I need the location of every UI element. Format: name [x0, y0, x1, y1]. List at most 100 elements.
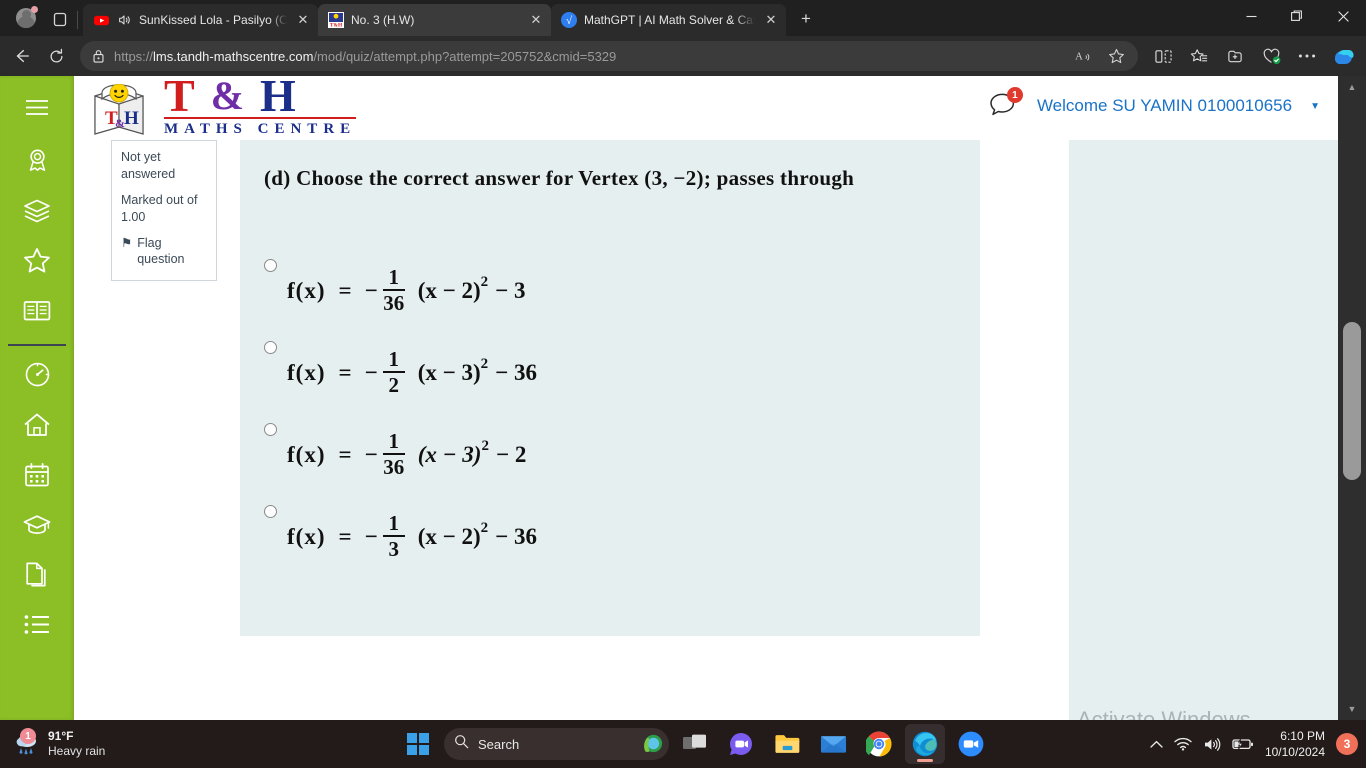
- new-tab-button[interactable]: +: [792, 5, 820, 33]
- address-bar[interactable]: https://lms.tandh-mathscentre.com/mod/qu…: [80, 41, 1138, 71]
- star-icon: [23, 247, 51, 279]
- taskbar-app-edge[interactable]: [905, 724, 945, 764]
- audio-playing-icon[interactable]: [116, 12, 132, 28]
- browser-essentials-icon[interactable]: [1254, 40, 1288, 72]
- svg-text:√: √: [566, 15, 573, 27]
- taskbar-app-chat[interactable]: [721, 724, 761, 764]
- sidebar-item-badges[interactable]: [0, 138, 74, 188]
- formula-sign: −: [364, 523, 378, 549]
- answer-option[interactable]: f(x) = − 1 36 (x − 3) 2 − 2: [264, 417, 956, 499]
- taskbar-app-file-explorer[interactable]: [767, 724, 807, 764]
- open-book-icon: [23, 299, 51, 328]
- sidebar-item-home[interactable]: [0, 402, 74, 452]
- sidebar-item-files[interactable]: [0, 552, 74, 602]
- answer-option[interactable]: f(x) = − 1 3 (x − 2) 2 − 36: [264, 499, 956, 581]
- taskbar-clock[interactable]: 6:10 PM 10/10/2024: [1265, 728, 1325, 760]
- sidebar-item-favourites[interactable]: [0, 238, 74, 288]
- search-icon: [454, 734, 469, 754]
- profile-button[interactable]: [10, 2, 42, 34]
- profile-status-dot: [31, 6, 38, 13]
- taskbar-app-task-view[interactable]: [675, 724, 715, 764]
- split-screen-icon[interactable]: [1146, 40, 1180, 72]
- sidebar-item-resources[interactable]: [0, 288, 74, 338]
- formula-sign: −: [364, 359, 378, 385]
- answer-option[interactable]: f(x) = − 1 2 (x − 3) 2 − 36: [264, 335, 956, 417]
- tab-actions-icon[interactable]: [46, 4, 74, 34]
- minimize-button[interactable]: [1228, 0, 1274, 32]
- sidebar-item-dashboard[interactable]: [0, 352, 74, 402]
- svg-text:H: H: [124, 108, 139, 129]
- user-area: 1 Welcome SU YAMIN 0100010656 ▼: [989, 87, 1320, 120]
- show-hidden-icons-chevron[interactable]: [1150, 740, 1163, 749]
- welcome-label[interactable]: Welcome SU YAMIN 0100010656: [1037, 96, 1292, 116]
- url-text: https://lms.tandh-mathscentre.com/mod/qu…: [114, 48, 617, 64]
- browser-tab[interactable]: √ MathGPT | AI Math Solver & Calcu ✕: [551, 4, 786, 36]
- weather-text: 91°F Heavy rain: [48, 729, 105, 759]
- formula-fx: f(x): [287, 359, 326, 385]
- sidebar: [0, 76, 74, 720]
- sidebar-menu-toggle[interactable]: [0, 76, 74, 138]
- chevron-down-icon[interactable]: ▼: [1310, 101, 1320, 112]
- radio-button[interactable]: [264, 505, 277, 518]
- tandh-icon: T&H: [328, 12, 344, 28]
- copilot-icon[interactable]: [1326, 40, 1360, 72]
- award-icon: [24, 147, 51, 179]
- main-content: T & H T & H MATHS CENTRE 1 Welcome SU YA…: [74, 76, 1366, 720]
- sidebar-item-courses[interactable]: [0, 188, 74, 238]
- list-icon: [24, 614, 51, 640]
- close-icon[interactable]: ✕: [762, 11, 780, 29]
- read-aloud-icon[interactable]: A: [1070, 42, 1098, 70]
- favorite-star-icon[interactable]: [1102, 42, 1130, 70]
- taskbar-app-mail[interactable]: [813, 724, 853, 764]
- logo-underline: [164, 116, 357, 119]
- sidebar-item-calendar[interactable]: [0, 452, 74, 502]
- scroll-down-arrow[interactable]: ▼: [1338, 698, 1366, 720]
- sidebar-item-grades[interactable]: [0, 502, 74, 552]
- browser-tab[interactable]: T&H No. 3 (H.W) ✕: [318, 4, 551, 36]
- reload-icon[interactable]: [40, 40, 72, 72]
- add-tab-group-icon[interactable]: [1218, 40, 1252, 72]
- search-input[interactable]: Search: [444, 728, 669, 760]
- taskbar-app-zoom[interactable]: [951, 724, 991, 764]
- layers-icon: [23, 198, 51, 229]
- content-right-gutter: [1069, 140, 1366, 720]
- radio-button[interactable]: [264, 259, 277, 272]
- notification-badge[interactable]: 3: [1336, 733, 1358, 755]
- restore-button[interactable]: [1274, 0, 1320, 32]
- web-page: T & H T & H MATHS CENTRE 1 Welcome SU YA…: [0, 76, 1366, 720]
- battery-charging-icon[interactable]: [1232, 737, 1254, 751]
- sidebar-divider: [8, 344, 66, 346]
- logo-subtitle: MATHS CENTRE: [164, 120, 357, 137]
- close-icon[interactable]: [1320, 0, 1366, 32]
- sidebar-item-activities[interactable]: [0, 602, 74, 652]
- formula-equals: =: [338, 359, 352, 385]
- scrollbar-thumb[interactable]: [1343, 322, 1361, 480]
- radio-button[interactable]: [264, 341, 277, 354]
- wifi-icon[interactable]: [1174, 737, 1192, 751]
- collections-icon[interactable]: [1182, 40, 1216, 72]
- windows-taskbar: 1 91°F Heavy rain Search 6:10 PM 10/10/2…: [0, 720, 1366, 768]
- flag-question-button[interactable]: ⚑ Flag question: [121, 235, 207, 269]
- back-arrow-icon[interactable]: [6, 40, 38, 72]
- settings-more-icon[interactable]: [1290, 40, 1324, 72]
- close-icon[interactable]: ✕: [527, 11, 545, 29]
- formula-tail: − 36: [495, 359, 537, 385]
- question-status: Not yet answered: [121, 150, 176, 181]
- radio-button[interactable]: [264, 423, 277, 436]
- start-button[interactable]: [398, 724, 438, 764]
- window-controls: [1228, 0, 1366, 32]
- messages-icon[interactable]: 1: [989, 87, 1023, 120]
- weather-widget[interactable]: 1 91°F Heavy rain: [0, 728, 300, 759]
- taskbar-app-chrome[interactable]: [859, 724, 899, 764]
- formula-exponent: 2: [480, 274, 489, 290]
- site-logo[interactable]: T & H T & H MATHS CENTRE: [88, 76, 357, 140]
- scroll-up-arrow[interactable]: ▲: [1338, 76, 1366, 98]
- browser-tab[interactable]: SunKissed Lola - Pasilyo (Offi ✕: [83, 4, 318, 36]
- volume-icon[interactable]: [1203, 737, 1221, 752]
- close-icon[interactable]: ✕: [294, 11, 312, 29]
- navigation-toolbar: https://lms.tandh-mathscentre.com/mod/qu…: [0, 36, 1366, 76]
- answer-option[interactable]: f(x) = − 1 36 (x − 2) 2 − 3: [264, 253, 956, 335]
- formula-tail: − 2: [495, 441, 527, 467]
- page-scrollbar[interactable]: ▲ ▼: [1338, 76, 1366, 720]
- tandh-book-icon: T & H: [88, 83, 150, 140]
